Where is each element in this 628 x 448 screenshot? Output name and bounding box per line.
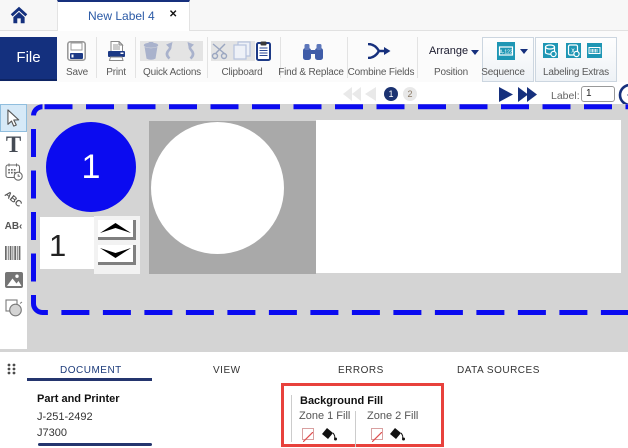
svg-text:A-123: A-123: [499, 50, 513, 56]
